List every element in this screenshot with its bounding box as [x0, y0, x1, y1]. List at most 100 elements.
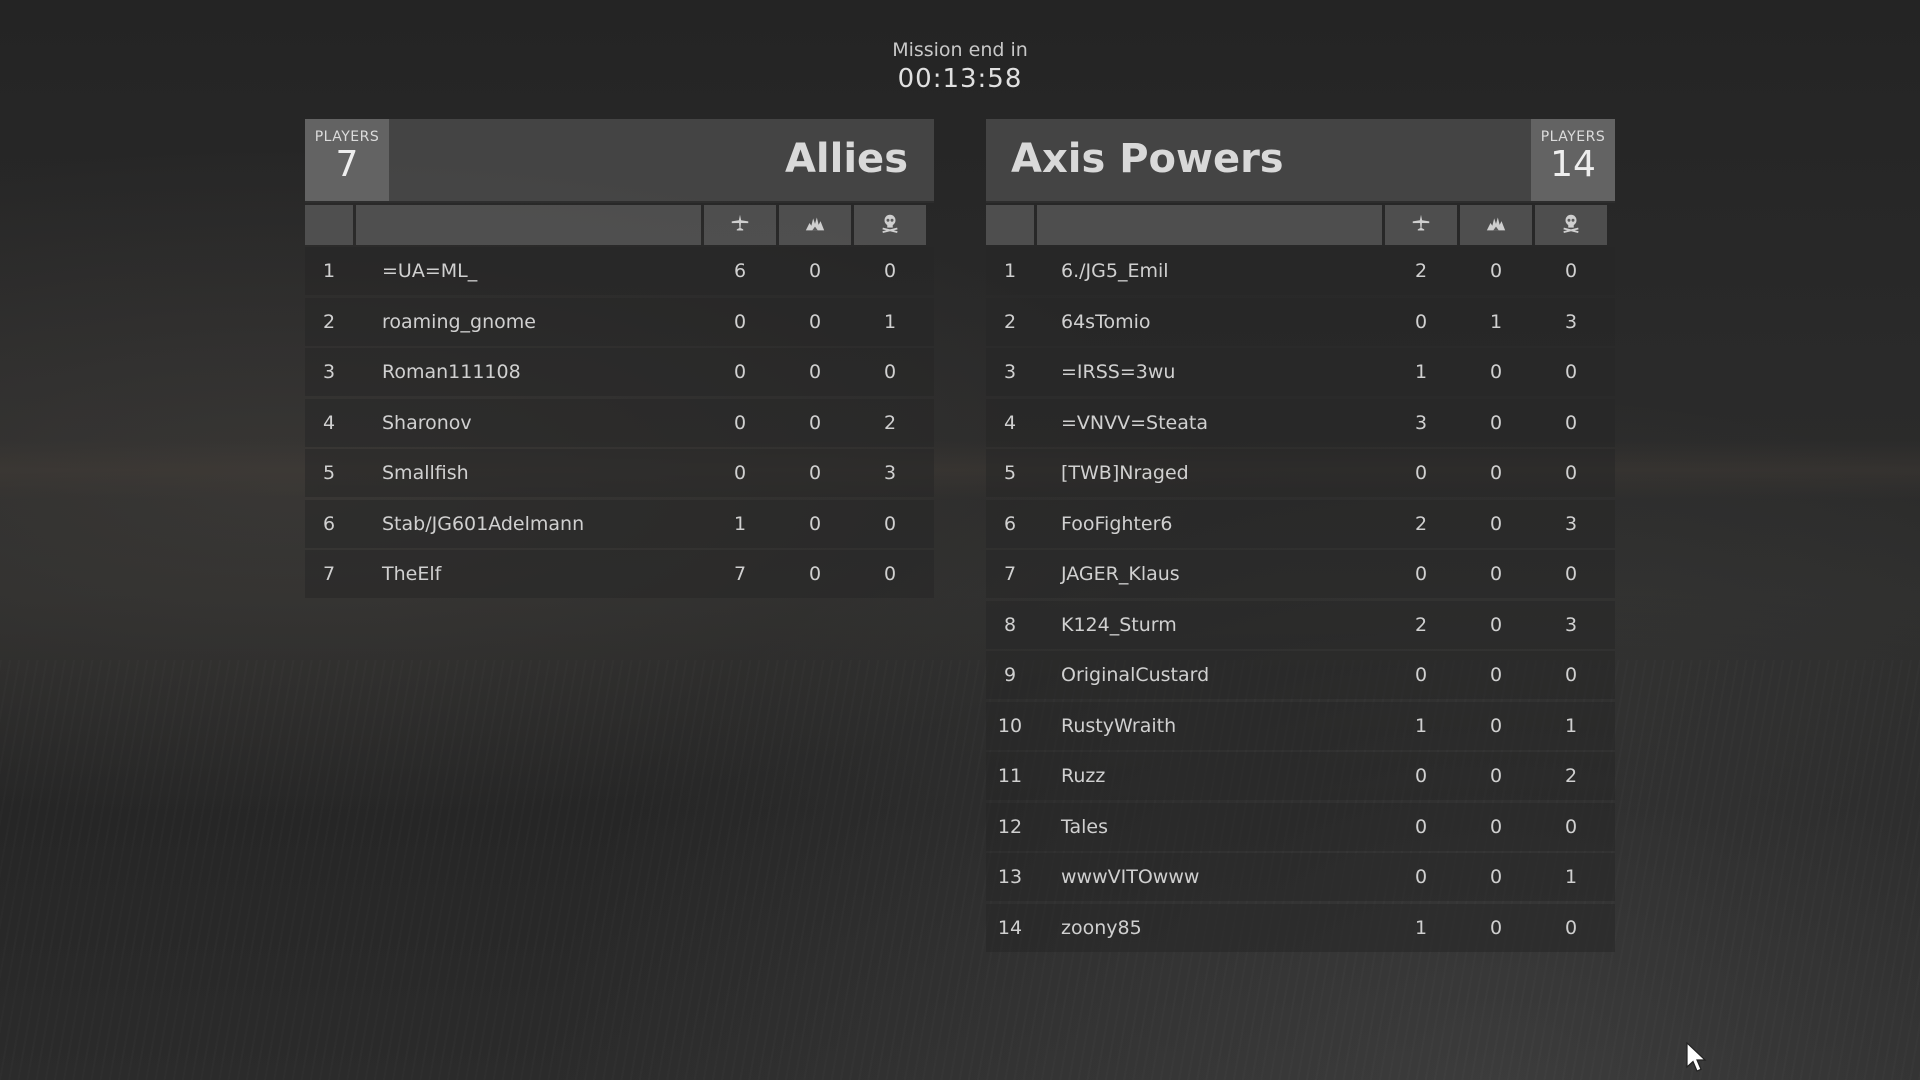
player-row[interactable]: 13 wwwVITOwww 0 0 1 [986, 853, 1615, 901]
player-row[interactable]: 7 TheElf 7 0 0 [305, 550, 934, 598]
player-name: 64sTomio [1061, 310, 1151, 333]
player-row[interactable]: 2 64sTomio 0 1 3 [986, 297, 1615, 346]
crash-icon [1485, 212, 1507, 238]
mission-timer-label: Mission end in [892, 39, 1028, 61]
player-row[interactable]: 6 FooFighter6 2 0 3 [986, 499, 1615, 548]
player-row[interactable]: 3 =IRSS=3wu 1 0 0 [986, 348, 1615, 396]
player-stat-kills: 2 [1414, 512, 1428, 535]
player-row[interactable]: 7 JAGER_Klaus 0 0 0 [986, 550, 1615, 598]
player-name: =UA=ML_ [382, 260, 478, 282]
player-stat-ground: 0 [1489, 411, 1503, 434]
player-stat-kills: 0 [733, 411, 747, 434]
player-stat-deaths: 0 [883, 260, 897, 282]
player-stat-kills: 1 [1414, 916, 1428, 939]
player-stat-kills: 1 [1414, 714, 1428, 737]
allies-col-kills-header[interactable] [704, 205, 776, 245]
player-stat-ground: 0 [808, 361, 822, 383]
player-row[interactable]: 8 K124_Sturm 2 0 3 [986, 600, 1615, 649]
allies-col-ground-header[interactable] [779, 205, 851, 245]
player-rank: 7 [1003, 563, 1017, 585]
player-stat-ground: 0 [808, 563, 822, 585]
player-row[interactable]: 9 OriginalCustard 0 0 0 [986, 651, 1615, 699]
allies-col-rank-header[interactable] [305, 205, 353, 245]
player-name: TheElf [382, 563, 442, 585]
player-row[interactable]: 1 6./JG5_Emil 2 0 0 [986, 247, 1615, 295]
allies-col-deaths-header[interactable] [854, 205, 926, 245]
player-rank: 2 [322, 310, 336, 333]
player-row[interactable]: 5 Smallfish 0 0 3 [305, 449, 934, 497]
player-name: =VNVV=Steata [1061, 411, 1208, 434]
player-stat-ground: 0 [1489, 714, 1503, 737]
player-stat-deaths: 0 [1564, 411, 1578, 434]
player-name: K124_Sturm [1061, 613, 1177, 636]
allies-scoreboard: PLAYERS 7 Allies 1 =UA=ML_ 6 0 0 2 roaming_gno… [305, 119, 934, 601]
player-stat-deaths: 0 [883, 361, 897, 383]
mouse-cursor-icon [1686, 1041, 1708, 1074]
background-terrain [0, 660, 1920, 1080]
player-row[interactable]: 5 [TWB]Nraged 0 0 0 [986, 449, 1615, 497]
player-stat-kills: 0 [1414, 664, 1428, 686]
player-stat-kills: 2 [1414, 260, 1428, 282]
player-stat-kills: 0 [1414, 310, 1428, 333]
player-row[interactable]: 12 Tales 0 0 0 [986, 802, 1615, 851]
player-name: Tales [1061, 815, 1108, 838]
player-row[interactable]: 11 Ruzz 0 0 2 [986, 752, 1615, 800]
player-row[interactable]: 14 zoony85 1 0 0 [986, 903, 1615, 952]
plane-icon [729, 212, 751, 238]
axis-players-count: 14 [1550, 144, 1596, 185]
player-row[interactable]: 10 RustyWraith 1 0 1 [986, 701, 1615, 750]
player-stat-ground: 0 [808, 512, 822, 535]
player-row[interactable]: 2 roaming_gnome 0 0 1 [305, 297, 934, 346]
axis-col-name-header[interactable] [1037, 205, 1382, 245]
player-stat-ground: 0 [1489, 613, 1503, 636]
player-row[interactable]: 6 Stab/JG601Adelmann 1 0 0 [305, 499, 934, 548]
axis-col-ground-header[interactable] [1460, 205, 1532, 245]
axis-col-rank-header[interactable] [986, 205, 1034, 245]
mission-timer-value: 00:13:58 [897, 64, 1023, 94]
player-row[interactable]: 3 Roman111108 0 0 0 [305, 348, 934, 396]
player-stat-deaths: 2 [883, 411, 897, 434]
player-row[interactable]: 4 Sharonov 0 0 2 [305, 398, 934, 447]
player-stat-kills: 7 [733, 563, 747, 585]
player-rank: 6 [1003, 512, 1017, 535]
allies-column-header [305, 205, 934, 245]
player-name: Roman111108 [382, 361, 521, 383]
player-name: 6./JG5_Emil [1061, 260, 1169, 282]
player-name: Ruzz [1061, 765, 1106, 787]
player-name: wwwVITOwww [1061, 866, 1200, 888]
player-stat-deaths: 1 [883, 310, 897, 333]
player-name: Smallfish [382, 462, 469, 484]
player-stat-kills: 3 [1414, 411, 1428, 434]
player-stat-ground: 0 [808, 310, 822, 333]
axis-col-kills-header[interactable] [1385, 205, 1457, 245]
player-rank: 8 [1003, 613, 1017, 636]
plane-icon [1410, 212, 1432, 238]
player-rank: 14 [997, 916, 1023, 939]
allies-col-name-header[interactable] [356, 205, 701, 245]
axis-col-deaths-header[interactable] [1535, 205, 1607, 245]
player-row[interactable]: 1 =UA=ML_ 6 0 0 [305, 247, 934, 295]
player-name: [TWB]Nraged [1061, 462, 1189, 484]
player-stat-kills: 2 [1414, 613, 1428, 636]
player-stat-ground: 0 [808, 260, 822, 282]
player-name: RustyWraith [1061, 714, 1177, 737]
player-stat-kills: 0 [1414, 815, 1428, 838]
player-name: JAGER_Klaus [1061, 563, 1180, 585]
player-stat-deaths: 3 [1564, 613, 1578, 636]
player-row[interactable]: 4 =VNVV=Steata 3 0 0 [986, 398, 1615, 447]
player-stat-ground: 0 [1489, 866, 1503, 888]
player-stat-ground: 0 [808, 462, 822, 484]
player-stat-ground: 0 [1489, 260, 1503, 282]
allies-players-label: PLAYERS [314, 129, 380, 145]
player-name: zoony85 [1061, 916, 1142, 939]
player-rank: 4 [322, 411, 336, 434]
axis-player-list: 1 6./JG5_Emil 2 0 0 2 64sTomio 0 1 3 3 =IRSS=3wu 1 0 0… [986, 247, 1615, 952]
player-stat-deaths: 1 [1564, 714, 1578, 737]
player-rank: 10 [997, 714, 1023, 737]
player-name: =IRSS=3wu [1061, 361, 1176, 383]
player-stat-kills: 1 [1414, 361, 1428, 383]
axis-scoreboard: Axis Powers PLAYERS 14 1 6./JG5_Emil 2 0 0 2 6… [986, 119, 1615, 954]
axis-team-name: Axis Powers [1011, 136, 1284, 182]
player-rank: 4 [1003, 411, 1017, 434]
player-rank: 7 [322, 563, 336, 585]
